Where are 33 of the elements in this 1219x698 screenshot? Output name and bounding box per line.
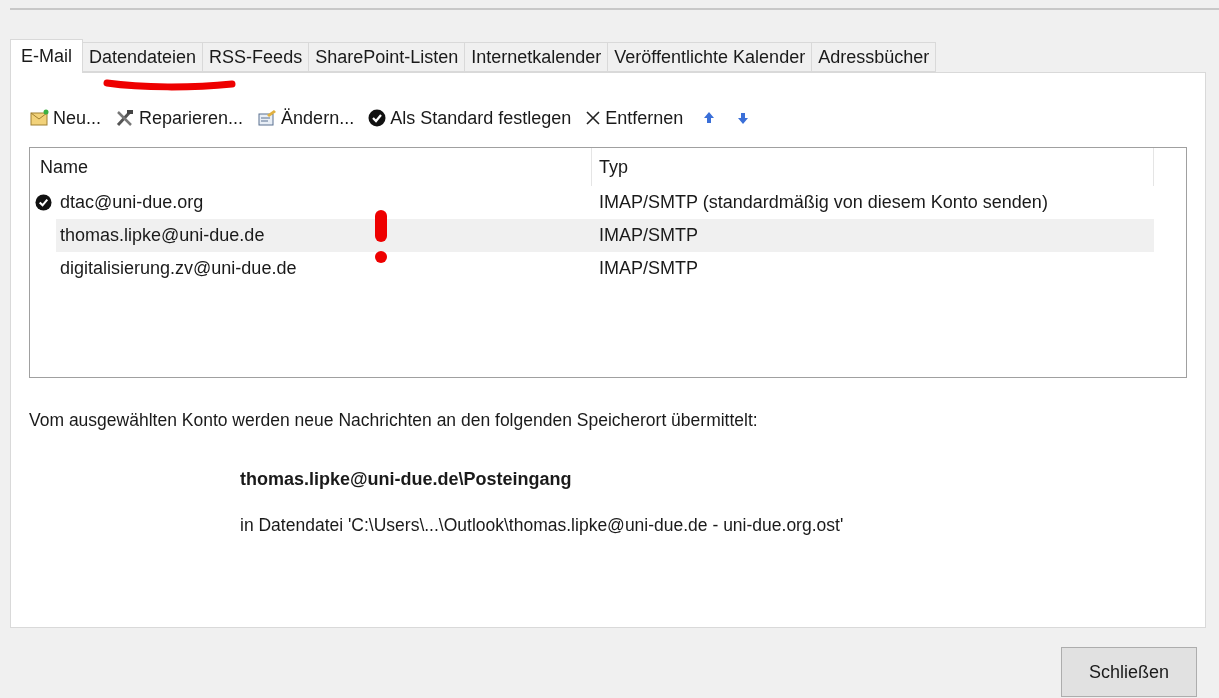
tools-icon bbox=[115, 109, 136, 127]
account-type: IMAP/SMTP (standardmäßig von diesem Konto senden) bbox=[598, 191, 1048, 214]
account-type: IMAP/SMTP bbox=[598, 257, 698, 280]
tab[interactable]: SharePoint-Listen bbox=[309, 42, 466, 72]
selected-row[interactable]: thomas.lipke@uni-due.de IMAP/SMTP bbox=[56, 219, 1154, 252]
tab[interactable]: Adressbücher bbox=[812, 42, 937, 72]
account-name[interactable]: dtac@uni-due.org bbox=[56, 189, 592, 216]
folder-path: thomas.lipke@uni-due.de\Posteingang bbox=[240, 468, 573, 492]
form-icon bbox=[257, 109, 278, 127]
description-text: Vom ausgewählten Konto werden neue Nachrichten an den folgenden Speicherort übermittelt: bbox=[29, 409, 759, 432]
close-icon bbox=[585, 110, 602, 126]
account-name[interactable]: thomas.lipke@uni-due.de bbox=[56, 222, 592, 249]
toolbar-button[interactable]: Reparieren... bbox=[115, 105, 244, 131]
arrow-down-icon[interactable] bbox=[737, 111, 750, 125]
column-header[interactable]: Name bbox=[30, 148, 592, 186]
tab[interactable]: Veröffentlichte Kalender bbox=[608, 42, 813, 72]
tab[interactable]: Datendateien bbox=[83, 42, 204, 72]
tab[interactable]: RSS-Feeds bbox=[203, 42, 310, 72]
toolbar-button[interactable]: Entfernen bbox=[585, 105, 684, 131]
tab[interactable]: E-Mail bbox=[10, 39, 83, 73]
data-file-path: in Datendatei 'C:\Users\...\Outlook\thomas.lipke@uni-due.de - uni-due.org.ost' bbox=[240, 514, 845, 538]
check-circle-icon bbox=[368, 109, 387, 127]
column-header[interactable]: Typ bbox=[592, 148, 1154, 186]
account-type: IMAP/SMTP bbox=[598, 224, 698, 247]
arrow-up-icon[interactable] bbox=[703, 111, 716, 125]
account-name[interactable]: digitalisierung.zv@uni-due.de bbox=[56, 255, 592, 282]
tab[interactable]: Internetkalender bbox=[465, 42, 609, 72]
toolbar-button[interactable]: Als Standard festlegen bbox=[368, 105, 572, 131]
envelope-icon bbox=[29, 109, 49, 127]
close-button[interactable]: Schließen bbox=[1061, 647, 1197, 697]
toolbar-button[interactable]: Neu... bbox=[29, 105, 102, 131]
toolbar-button[interactable]: Ändern... bbox=[257, 105, 355, 131]
exclamation-drawing bbox=[372, 210, 390, 264]
